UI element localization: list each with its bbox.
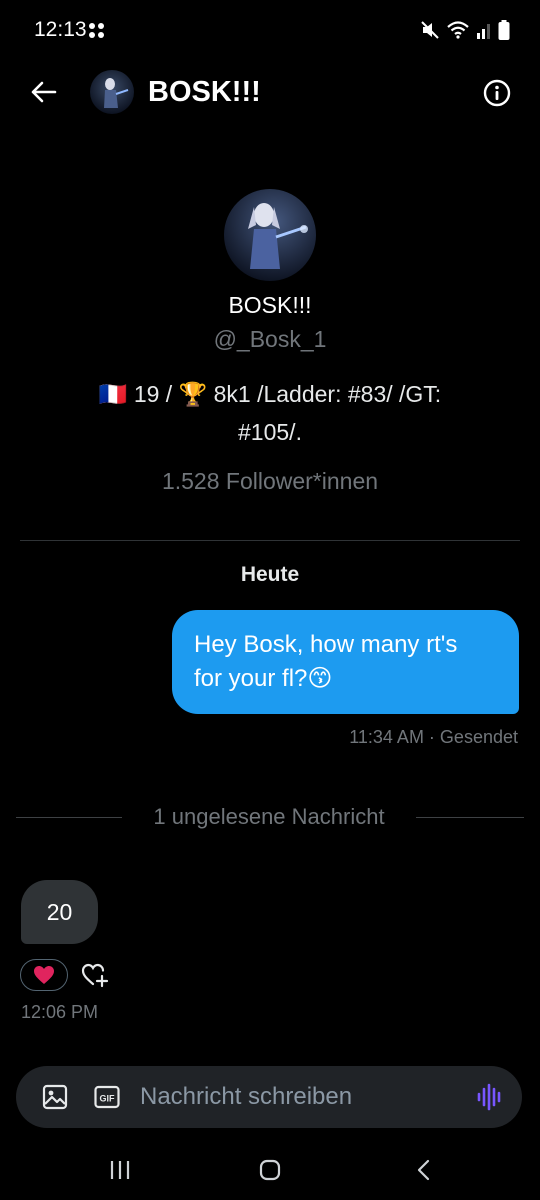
received-message-bubble[interactable]: 20 bbox=[21, 880, 98, 944]
sent-message-meta: 11:34 AM · Gesendet bbox=[349, 727, 518, 747]
add-reaction-button[interactable] bbox=[80, 960, 110, 990]
received-message-time: 12:06 PM bbox=[21, 1002, 99, 1022]
profile-handle: @_Bosk_1 bbox=[213, 326, 327, 352]
header-title[interactable]: BOSK!!! bbox=[148, 76, 261, 109]
profile-bio-line: #105/. bbox=[238, 419, 302, 445]
unread-separator: 1 ungelesene Nachricht bbox=[153, 804, 385, 829]
back-button[interactable] bbox=[26, 74, 62, 110]
header-avatar[interactable] bbox=[90, 70, 134, 114]
mute-icon bbox=[420, 20, 440, 45]
gif-icon: GIF bbox=[94, 1085, 120, 1109]
sent-message-line: for your fl?😙 bbox=[194, 665, 333, 692]
profile-bio-line: 🇫🇷 19 / 🏆 8k1 /Ladder: #83/ /GT: bbox=[98, 381, 442, 407]
home-icon bbox=[259, 1159, 281, 1181]
voice-message-button[interactable] bbox=[474, 1081, 506, 1113]
image-icon bbox=[42, 1084, 68, 1110]
gif-label: GIF bbox=[100, 1094, 116, 1104]
signal-icon bbox=[476, 21, 492, 44]
divider bbox=[20, 540, 520, 541]
add-reaction-icon bbox=[81, 963, 109, 988]
unread-divider-line bbox=[16, 817, 122, 818]
nav-home-button[interactable] bbox=[254, 1155, 286, 1185]
nav-back-icon bbox=[417, 1159, 430, 1181]
attach-image-button[interactable] bbox=[40, 1082, 70, 1112]
attach-gif-button[interactable]: GIF bbox=[92, 1082, 122, 1112]
status-icons bbox=[420, 20, 510, 45]
battery-icon bbox=[498, 20, 510, 45]
sent-message-bubble[interactable]: Hey Bosk, how many rt's for your fl?😙 bbox=[172, 610, 519, 714]
voice-icon bbox=[477, 1083, 501, 1111]
heart-icon bbox=[34, 966, 54, 984]
wifi-icon bbox=[446, 20, 470, 45]
message-input[interactable] bbox=[140, 1080, 460, 1114]
profile-name: BOSK!!! bbox=[228, 292, 312, 318]
status-time: 12:13 bbox=[34, 18, 87, 41]
unread-divider-line bbox=[416, 817, 524, 818]
date-separator: Heute bbox=[240, 563, 300, 586]
sent-message-line: Hey Bosk, how many rt's bbox=[194, 631, 458, 658]
profile-avatar[interactable] bbox=[224, 189, 316, 281]
recents-icon bbox=[110, 1161, 130, 1179]
info-button[interactable] bbox=[480, 76, 514, 110]
back-arrow-icon bbox=[31, 81, 57, 103]
received-message-text: 20 bbox=[46, 898, 73, 925]
profile-followers[interactable]: 1.528 Follower*innen bbox=[0, 468, 540, 495]
nav-back-button[interactable] bbox=[408, 1155, 440, 1185]
nav-recents-button[interactable] bbox=[104, 1155, 136, 1185]
profile-bio: 🇫🇷 19 / 🏆 8k1 /Ladder: #83/ /GT: #105/. bbox=[40, 375, 500, 451]
notification-dots-icon bbox=[88, 22, 106, 45]
info-icon bbox=[483, 79, 511, 107]
reaction-heart-button[interactable] bbox=[20, 959, 68, 991]
